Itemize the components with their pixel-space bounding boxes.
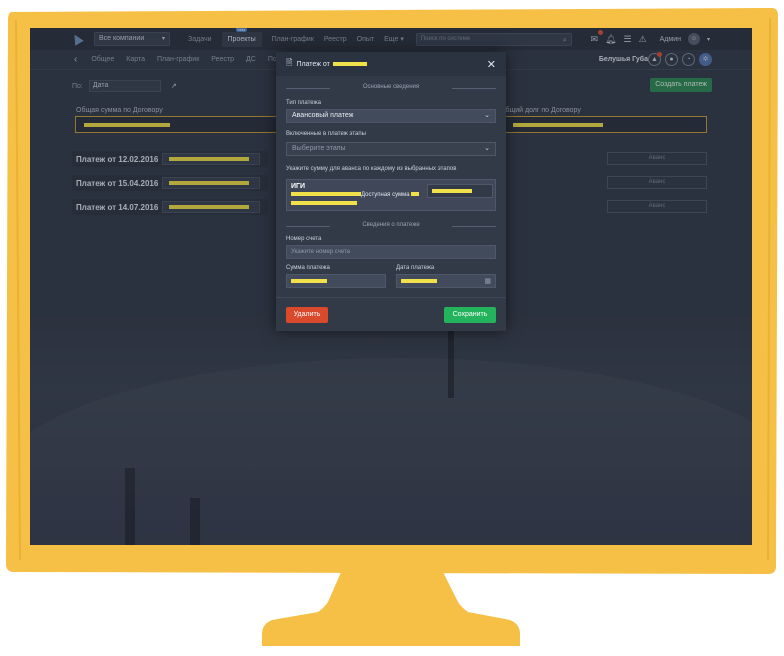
- stage-available: Доступная сумма: [291, 192, 420, 205]
- modal-header: 🗎︎ Платеж от ✕: [276, 52, 506, 76]
- modal-footer: Удалить Сохранить: [276, 297, 506, 331]
- save-button[interactable]: Сохранить: [444, 307, 496, 323]
- chevron-down-icon: ⌄: [484, 145, 490, 152]
- redacted-value: [401, 279, 437, 283]
- invoice-label: Номер счета: [286, 236, 322, 242]
- redacted-value: [291, 201, 357, 205]
- sum-label: Сумма платежа: [286, 265, 330, 271]
- chevron-down-icon: ⌄: [484, 112, 490, 119]
- redacted-value: [332, 62, 367, 66]
- redacted-value: [291, 192, 361, 197]
- date-label: Дата платежа: [396, 265, 435, 271]
- modal-title: Платеж от: [296, 60, 330, 68]
- document-icon: 🗎︎: [286, 58, 293, 67]
- app-screen: Все компании ▾ Задачи beta Проекты План-…: [30, 28, 752, 545]
- section-payment: Сведения о платеже: [286, 222, 496, 230]
- date-input[interactable]: ▦: [396, 274, 496, 288]
- stage-name: ИГИ: [291, 183, 306, 190]
- stage-item: ИГИ Доступная сумма: [286, 179, 496, 211]
- redacted-value: [432, 189, 472, 193]
- stages-label: Включенные в платеж этапы: [286, 131, 366, 137]
- section-main: Основные сведения: [286, 84, 496, 92]
- close-icon[interactable]: ✕: [487, 58, 496, 71]
- stages-placeholder: Выберите этапы: [292, 145, 346, 152]
- type-label: Тип платежа: [286, 100, 321, 106]
- amount-hint: Укажите сумму для аванса по каждому из в…: [286, 166, 457, 172]
- payment-modal: 🗎︎ Платеж от ✕ Основные сведения Тип пла…: [276, 52, 506, 331]
- monitor-illustration: Все компании ▾ Задачи beta Проекты План-…: [0, 0, 784, 656]
- redacted-value: [291, 279, 327, 283]
- available-label: Доступная сумма: [361, 192, 410, 198]
- invoice-input[interactable]: Укажите номер счета: [286, 245, 496, 259]
- stages-select[interactable]: Выберите этапы ⌄: [286, 142, 496, 156]
- sum-input[interactable]: [286, 274, 386, 288]
- stage-amount-input[interactable]: [427, 184, 493, 198]
- payment-type-select[interactable]: Авансовый платеж ⌄: [286, 109, 496, 123]
- calendar-icon[interactable]: ▦: [484, 276, 491, 288]
- redacted-value: [411, 192, 420, 197]
- delete-button[interactable]: Удалить: [286, 307, 328, 323]
- invoice-placeholder: Укажите номер счета: [291, 249, 351, 255]
- payment-type-value: Авансовый платеж: [292, 112, 354, 119]
